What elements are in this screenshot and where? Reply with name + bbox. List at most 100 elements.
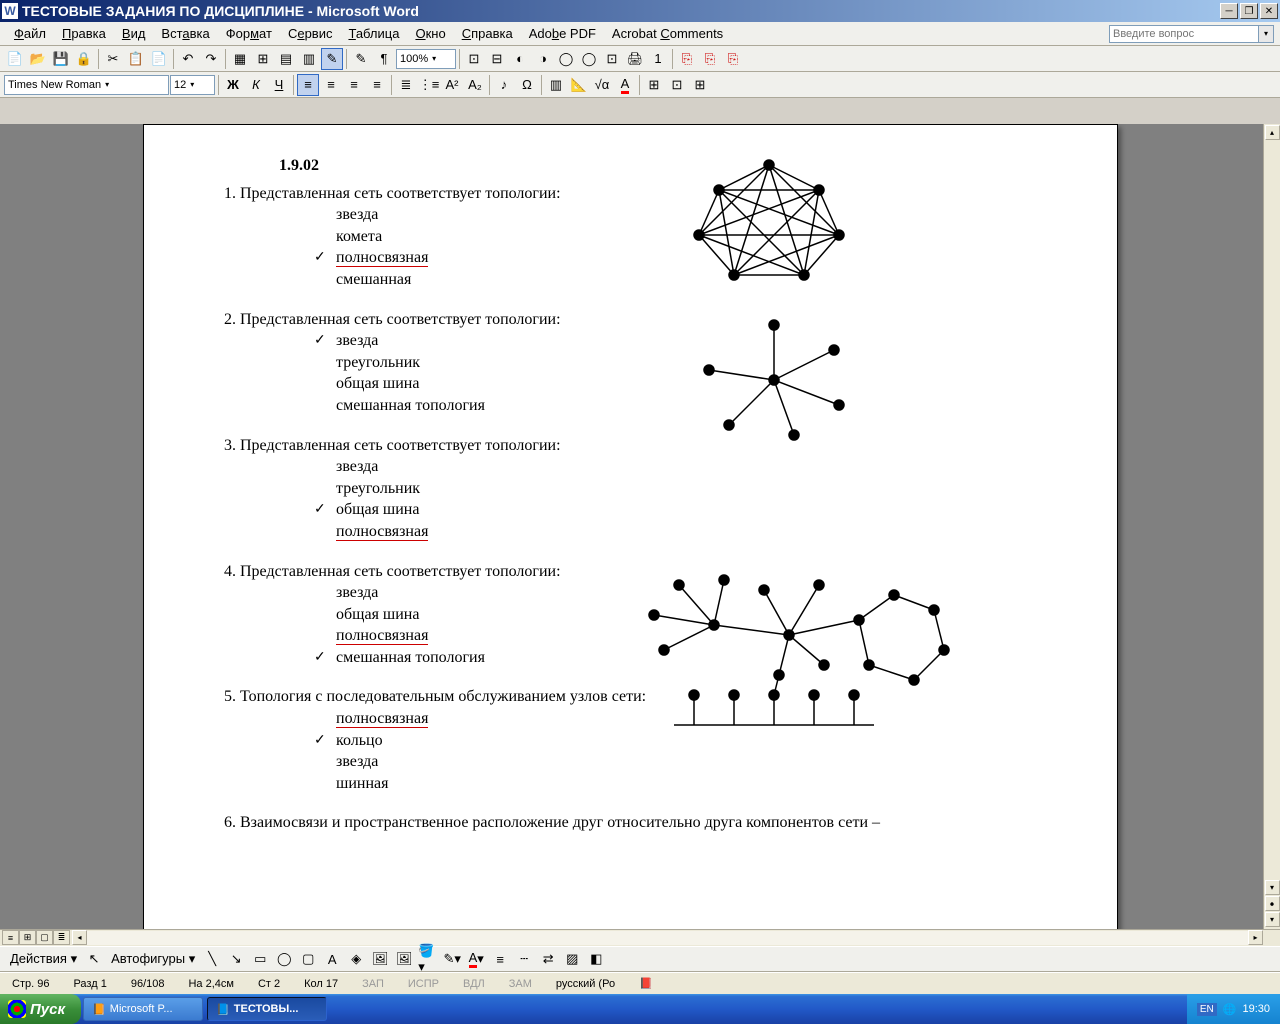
browse-next-button[interactable]: ▾ [1265,912,1280,927]
columns-button[interactable]: ▥ [298,48,320,70]
numbering-button[interactable]: ≣ [395,74,417,96]
page1-button[interactable]: 1 [647,48,669,70]
scroll-down-button[interactable]: ▾ [1265,880,1280,895]
table-button[interactable]: ▦ [229,48,251,70]
menu-file[interactable]: Файл [6,24,54,43]
font-color2-button[interactable]: A▾ [465,948,487,970]
language-indicator[interactable]: EN [1197,1003,1217,1016]
fill-button[interactable]: 🪣▾ [417,948,439,970]
menu-insert[interactable]: Вставка [153,24,217,43]
help-search[interactable]: ▾ [1109,25,1274,43]
chart-button[interactable]: ▥ [545,74,567,96]
drawing-button[interactable]: ✎ [321,48,343,70]
pdf3-button[interactable]: ⎘ [722,48,744,70]
minimize-button[interactable]: ─ [1220,3,1238,19]
menu-view[interactable]: Вид [114,24,154,43]
start-button[interactable]: Пуск [0,994,81,1024]
3d-button[interactable]: ◧ [585,948,607,970]
menu-window[interactable]: Окно [407,24,453,43]
select-objects-button[interactable]: ↖ [83,948,105,970]
equation-button[interactable]: 📐 [568,74,590,96]
document-page[interactable]: 1.9.02 1. Представленная сеть соответств… [143,124,1118,946]
toggle7-button[interactable]: ⊡ [601,48,623,70]
menu-acrobat-comments[interactable]: Acrobat Comments [604,24,731,43]
font-size-combo[interactable]: 12▾ [170,75,215,95]
redo-button[interactable]: ↷ [200,48,222,70]
sup-button[interactable]: A² [441,74,463,96]
undo-button[interactable]: ↶ [177,48,199,70]
taskbar-item-word[interactable]: 📘 ТЕСТОВЫ... [207,997,327,1021]
align-center-button[interactable]: ≡ [320,74,342,96]
music-button[interactable]: ♪ [493,74,515,96]
oval-button[interactable]: ◯ [273,948,295,970]
bullets-button[interactable]: ⋮≡ [418,74,440,96]
paste-button[interactable]: 📄 [148,48,170,70]
status-ext[interactable]: ВДЛ [457,978,491,990]
excel-button[interactable]: ▤ [275,48,297,70]
clipart-button[interactable]: 🖼 [369,948,391,970]
status-trk[interactable]: ИСПР [402,978,445,990]
rect-button[interactable]: ▭ [249,948,271,970]
close-button[interactable]: ✕ [1260,3,1278,19]
underline-button[interactable]: Ч [268,74,290,96]
browse-prev-button[interactable]: ⦁ [1265,896,1280,911]
menu-table[interactable]: Таблица [340,24,407,43]
sub-button[interactable]: A₂ [464,74,486,96]
toggle4-button[interactable]: ◑ [532,48,554,70]
shadow-button[interactable]: ▨ [561,948,583,970]
line-style-button[interactable]: ≡ [489,948,511,970]
new-button[interactable]: 📄 [4,48,26,70]
help-dropdown[interactable]: ▾ [1259,25,1274,43]
system-tray[interactable]: EN 🌐 19:30 [1187,994,1280,1024]
view-normal-button[interactable]: ≡ [2,930,19,945]
autoshapes[interactable]: Автофигуры ▾ [107,951,199,967]
insert-table-button[interactable]: ⊞ [252,48,274,70]
toggle2-button[interactable]: ⊟ [486,48,508,70]
view-outline-button[interactable]: ≣ [53,930,70,945]
help-input[interactable] [1109,25,1259,43]
textbox-button[interactable]: ▢ [297,948,319,970]
toggle6-button[interactable]: ◯ [578,48,600,70]
scroll-right-button[interactable]: ▸ [1248,930,1263,945]
cut-button[interactable]: ✂ [102,48,124,70]
print-button[interactable]: 🖨 [624,48,646,70]
menu-adobe-pdf[interactable]: Adobe PDF [521,24,604,43]
toggle3-button[interactable]: ◐ [509,48,531,70]
view-print-button[interactable]: ▢ [36,930,53,945]
grid-button[interactable]: ⊞ [689,74,711,96]
status-rec[interactable]: ЗАП [356,978,390,990]
tray-icon[interactable]: 🌐 [1223,1003,1237,1016]
menu-format[interactable]: Формат [218,24,280,43]
line-button[interactable]: ╲ [201,948,223,970]
align-left-button[interactable]: ≡ [297,74,319,96]
status-book-icon[interactable]: 📕 [633,977,659,990]
sqrt-button[interactable]: √α [591,74,613,96]
pilcrow-button[interactable]: ¶ [373,48,395,70]
maximize-button[interactable]: ❐ [1240,3,1258,19]
justify-button[interactable]: ≡ [366,74,388,96]
font-color-button[interactable]: A [614,74,636,96]
menu-edit[interactable]: Правка [54,24,114,43]
save-button[interactable]: 💾 [50,48,72,70]
bold-button[interactable]: Ж [222,74,244,96]
toggle1-button[interactable]: ⊡ [463,48,485,70]
draw-actions[interactable]: Действия ▾ [6,951,81,967]
group-button[interactable]: ⊞ [643,74,665,96]
reveal-button[interactable]: ✎ [350,48,372,70]
ungroup-button[interactable]: ⊡ [666,74,688,96]
italic-button[interactable]: К [245,74,267,96]
align-right-button[interactable]: ≡ [343,74,365,96]
dash-style-button[interactable]: ┄ [513,948,535,970]
open-button[interactable]: 📂 [27,48,49,70]
picture-button[interactable]: 🖼 [393,948,415,970]
horizontal-scrollbar[interactable]: ≡ ⊞ ▢ ≣ ◂ ▸ [0,929,1280,946]
scroll-up-button[interactable]: ▴ [1265,125,1280,140]
copy-button[interactable]: 📋 [125,48,147,70]
line-color-button[interactable]: ✎▾ [441,948,463,970]
menu-tools[interactable]: Сервис [280,24,341,43]
font-name-combo[interactable]: Times New Roman▾ [4,75,169,95]
pdf1-button[interactable]: ⎘ [676,48,698,70]
arrow-style-button[interactable]: ⇄ [537,948,559,970]
diagram-button[interactable]: ◈ [345,948,367,970]
permission-button[interactable]: 🔒 [73,48,95,70]
